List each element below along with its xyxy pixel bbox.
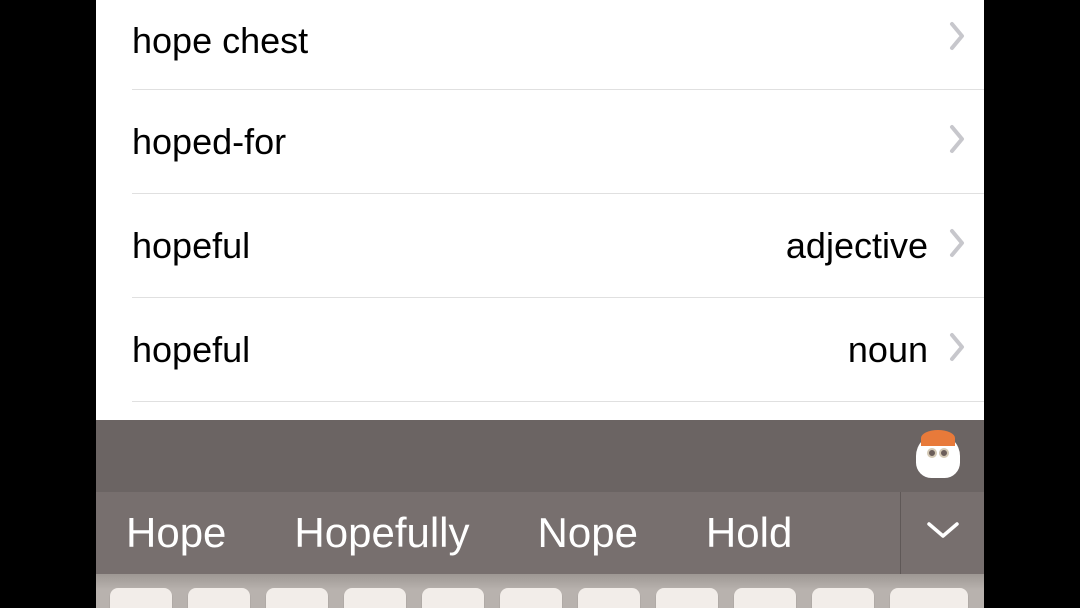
row-right-group bbox=[948, 123, 968, 160]
chevron-right-icon bbox=[948, 123, 968, 160]
chevron-right-icon bbox=[948, 20, 968, 57]
suggestion-item[interactable]: Hold bbox=[672, 509, 826, 557]
list-item[interactable]: hopeful adjective bbox=[132, 194, 984, 298]
row-right-group bbox=[948, 20, 968, 57]
keyboard-top-edge bbox=[96, 574, 984, 608]
suggestion-item[interactable]: Hopefully bbox=[260, 509, 503, 557]
part-of-speech-label: adjective bbox=[786, 225, 928, 267]
keyboard-suggestions-bar: Hope Hopefully Nope Hold bbox=[96, 492, 984, 574]
chevron-right-icon bbox=[948, 227, 968, 264]
app-container: hope chest hoped-for hopeful adjective bbox=[96, 0, 984, 608]
suggestion-item[interactable]: Hope bbox=[96, 509, 260, 557]
part-of-speech-label: noun bbox=[848, 329, 928, 371]
keyboard-toolbar bbox=[96, 420, 984, 492]
word-list: hope chest hoped-for hopeful adjective bbox=[96, 0, 984, 420]
list-item[interactable]: hopeful noun bbox=[132, 298, 984, 402]
row-right-group: adjective bbox=[786, 225, 968, 267]
word-label: hopeful bbox=[132, 329, 250, 371]
chevron-right-icon bbox=[948, 331, 968, 368]
chevron-down-icon bbox=[925, 520, 961, 547]
list-item[interactable]: hope chest bbox=[132, 0, 984, 90]
word-label: hopeful bbox=[132, 225, 250, 267]
word-label: hope chest bbox=[132, 20, 308, 62]
list-item[interactable]: hoped-for bbox=[132, 90, 984, 194]
collapse-suggestions-button[interactable] bbox=[900, 492, 984, 574]
mascot-icon[interactable] bbox=[916, 434, 960, 478]
word-label: hoped-for bbox=[132, 121, 286, 163]
row-right-group: noun bbox=[848, 329, 968, 371]
suggestion-item[interactable]: Nope bbox=[504, 509, 672, 557]
